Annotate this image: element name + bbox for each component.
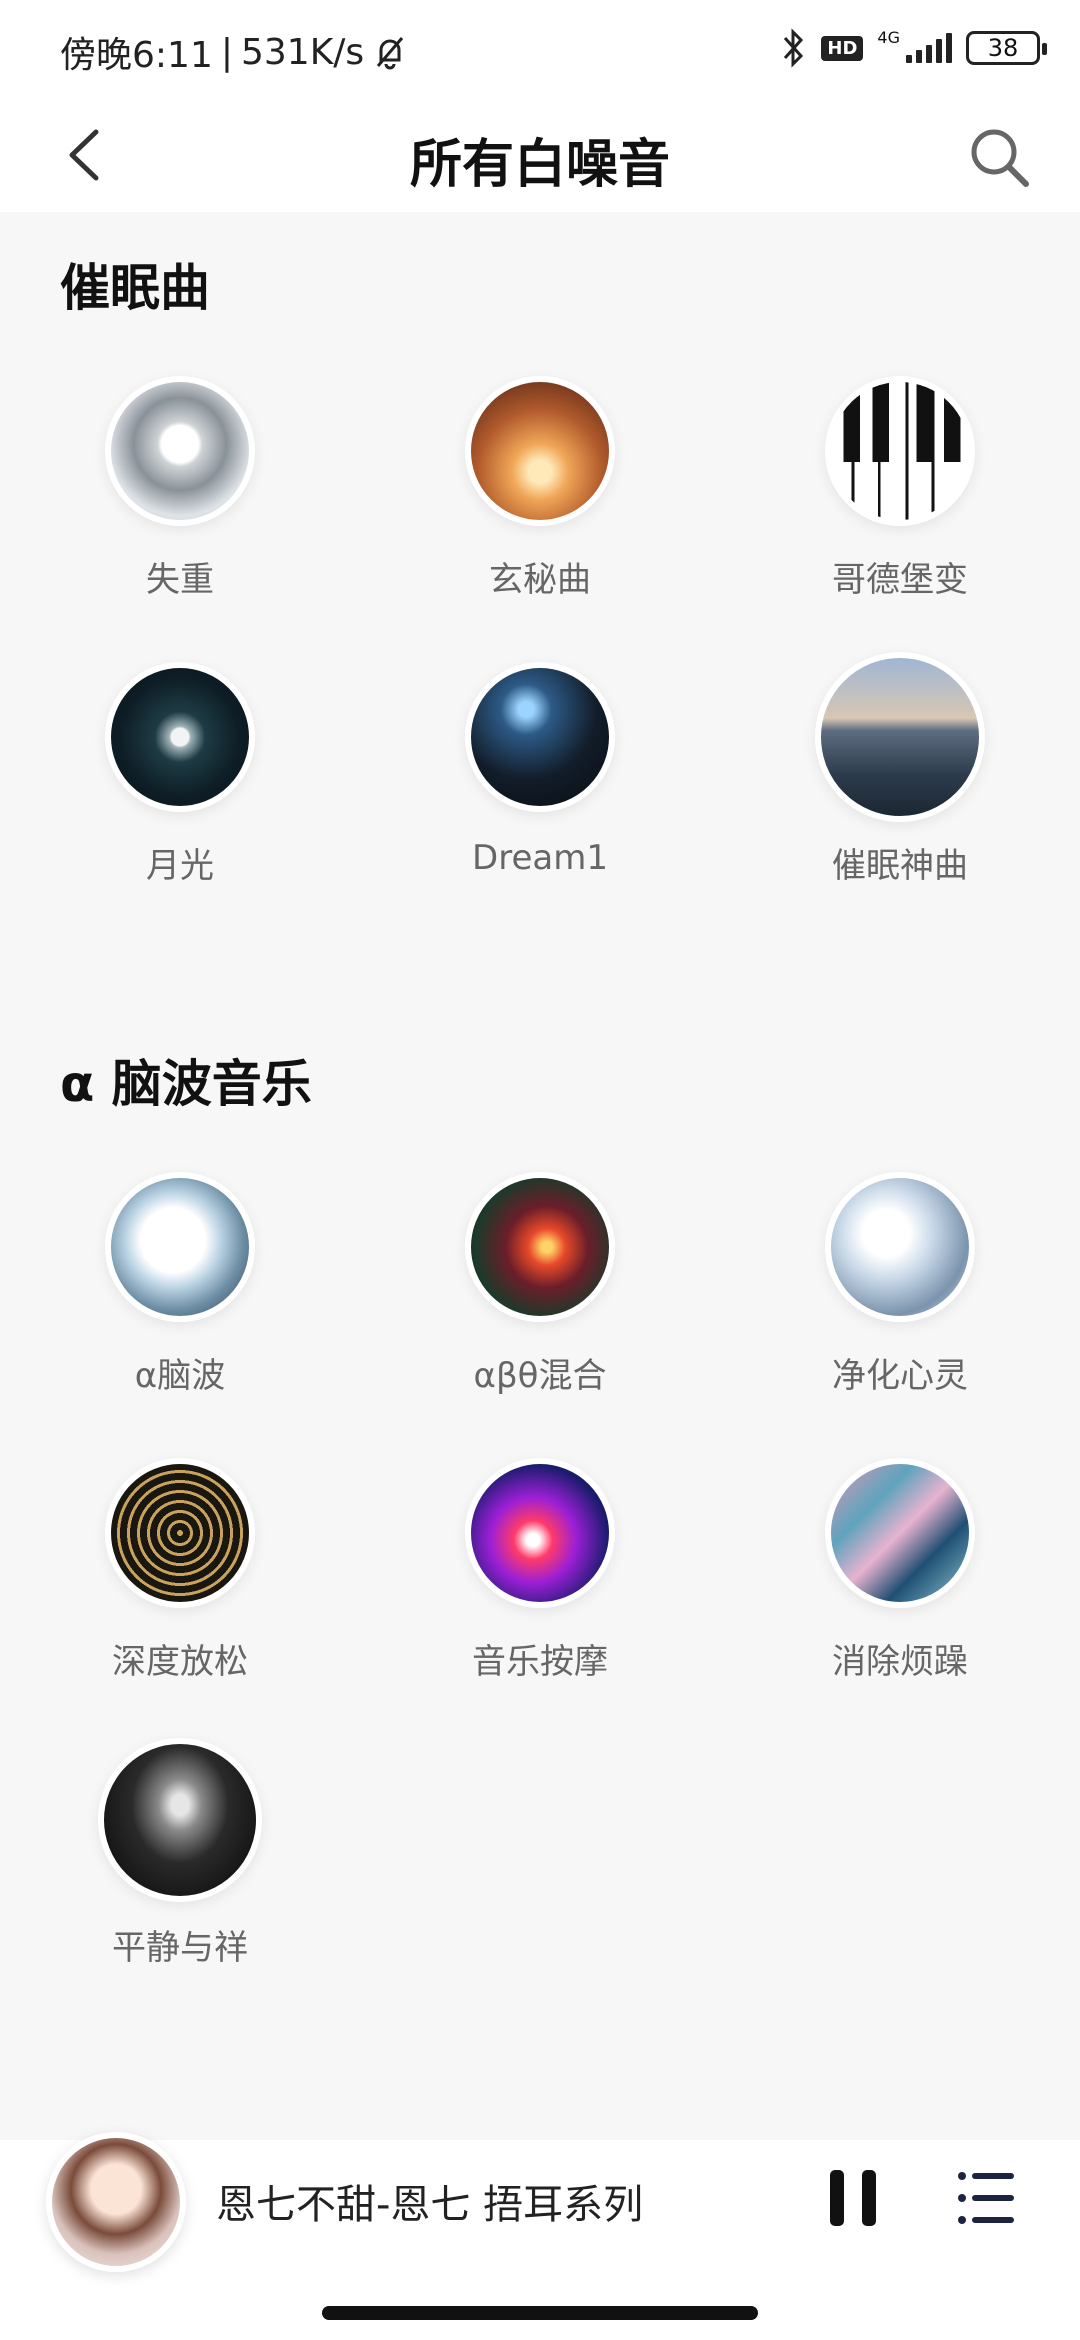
home-indicator[interactable] (322, 2306, 758, 2320)
butterfly-thumbnail (465, 662, 615, 812)
sound-item[interactable]: 深度放松 (30, 1458, 330, 1683)
marble-fluid-thumbnail (825, 1458, 975, 1608)
pause-button[interactable] (826, 2166, 882, 2230)
sound-item[interactable]: 消除烦躁 (750, 1458, 1050, 1683)
smoke-thumbnail (98, 1738, 262, 1902)
sound-label: 深度放松 (112, 1642, 248, 1682)
playlist-button[interactable] (954, 2166, 1018, 2230)
sound-label: 平静与祥 (112, 1928, 248, 1968)
status-right: HD 4G 38 (781, 28, 1047, 68)
moon-thumbnail (105, 662, 255, 812)
sound-label: α脑波 (134, 1356, 226, 1396)
sound-item[interactable]: 失重 (30, 376, 330, 601)
sound-label: αβθ混合 (473, 1356, 607, 1396)
brain-thumbnail (105, 1172, 255, 1322)
astronaut-thumbnail (105, 376, 255, 526)
swan-lake-thumbnail (815, 652, 985, 822)
sound-item[interactable]: 月光 (30, 662, 330, 887)
player-track-title[interactable]: 恩七不甜-恩七 捂耳系列 (216, 2172, 643, 2230)
playlist-icon (958, 2172, 1014, 2224)
status-time: 傍晚6:11 (60, 35, 213, 76)
player-cover-art[interactable] (46, 2132, 186, 2272)
abstract-burst-thumbnail (465, 1172, 615, 1322)
sound-label: 失重 (146, 560, 214, 600)
mute-bell-icon (377, 37, 404, 70)
search-button[interactable] (960, 118, 1040, 198)
section-title-alpha-waves: α 脑波音乐 (60, 1055, 312, 1113)
forest-light-thumbnail (465, 376, 615, 526)
sound-item[interactable]: α脑波 (30, 1172, 330, 1397)
app-header: 所有白噪音 (0, 100, 1080, 212)
sound-item[interactable]: 哥德堡变 (750, 376, 1050, 601)
sound-label: 哥德堡变 (832, 560, 968, 600)
section-title-hypnosis: 催眠曲 (60, 259, 210, 317)
battery-icon: 38 (966, 31, 1047, 65)
sound-label: Dream1 (472, 838, 608, 878)
sound-label: 月光 (146, 846, 214, 886)
sound-label: 催眠神曲 (832, 846, 968, 886)
tunnel-pattern-thumbnail (105, 1458, 255, 1608)
search-icon (971, 129, 1029, 187)
sound-label: 净化心灵 (832, 1356, 968, 1396)
water-drops-thumbnail (825, 1172, 975, 1322)
sound-item[interactable]: 平静与祥 (30, 1738, 330, 1969)
sound-item[interactable]: 玄秘曲 (390, 376, 690, 601)
network-speed: 531K/s (240, 31, 365, 73)
sound-item[interactable]: αβθ混合 (390, 1172, 690, 1397)
status-bar: 傍晚6:11 | 531K/s HD 4G 38 (0, 0, 1080, 100)
sound-item[interactable]: 音乐按摩 (390, 1458, 690, 1683)
battery-level: 38 (987, 34, 1019, 62)
page-title: 所有白噪音 (409, 135, 670, 195)
bluetooth-icon (784, 28, 804, 68)
status-left: 傍晚6:11 | 531K/s (60, 26, 408, 78)
piano-keys-thumbnail (825, 376, 975, 526)
sound-label: 消除烦躁 (832, 1642, 968, 1682)
sound-item[interactable]: Dream1 (390, 662, 690, 878)
sound-label: 玄秘曲 (489, 560, 591, 600)
hd-badge: HD (821, 35, 864, 61)
network-type: 4G (877, 28, 900, 47)
sound-label: 音乐按摩 (472, 1642, 608, 1682)
signal-icon: 4G (877, 28, 952, 63)
sound-item[interactable]: 催眠神曲 (750, 652, 1050, 887)
pause-icon (830, 2170, 876, 2226)
neon-light-thumbnail (465, 1458, 615, 1608)
sound-item[interactable]: 净化心灵 (750, 1172, 1050, 1397)
